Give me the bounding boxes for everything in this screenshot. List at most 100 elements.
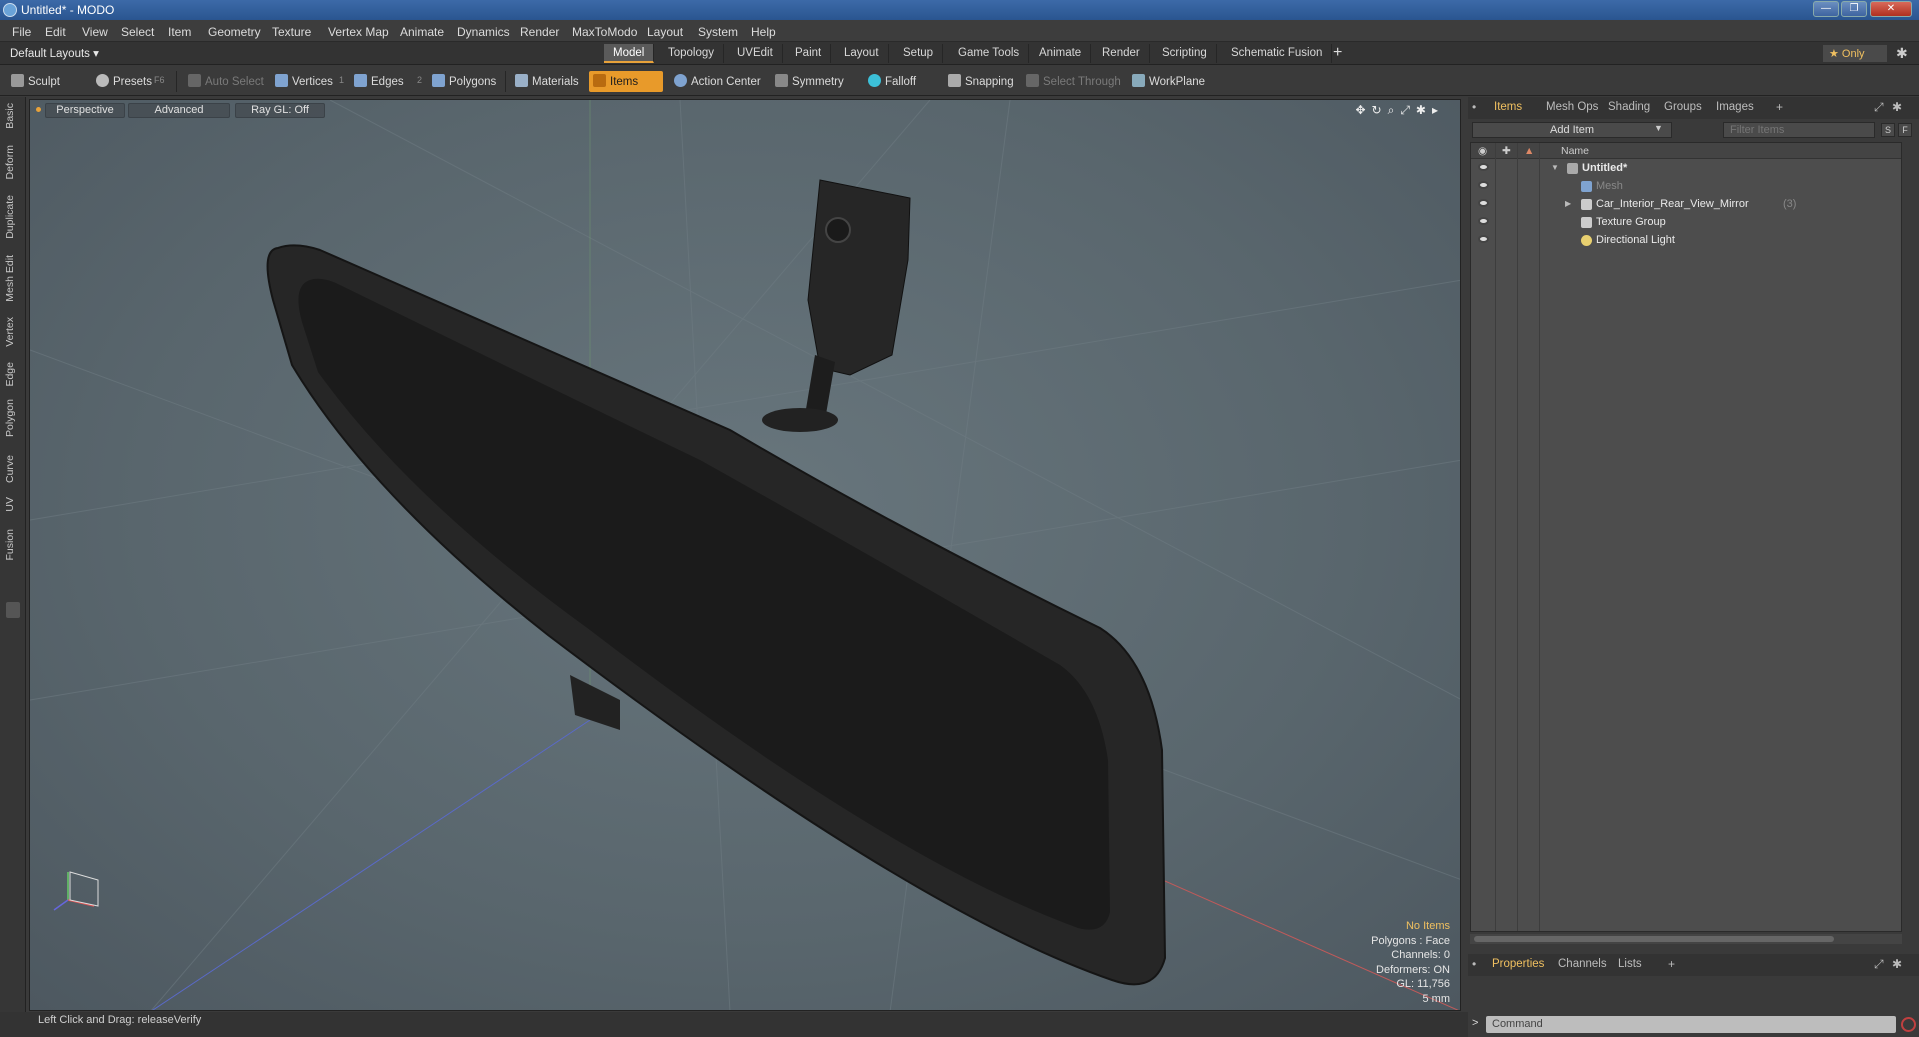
menu-view[interactable]: View: [82, 25, 108, 39]
left-tab-uv[interactable]: UV: [4, 497, 22, 512]
menu-file[interactable]: File: [12, 25, 31, 39]
tab-topology[interactable]: Topology: [659, 44, 725, 63]
collapse-arrow-icon[interactable]: ▼: [1551, 163, 1559, 172]
raygl-dropdown[interactable]: Ray GL: Off: [235, 103, 325, 118]
tab-game-tools[interactable]: Game Tools: [949, 44, 1030, 63]
menu-animate[interactable]: Animate: [400, 25, 444, 39]
viewport-navigation-icons[interactable]: ✥↻⌕⤢✱▸: [1355, 103, 1444, 118]
tree-row-mirror-group[interactable]: ▶ Car_Interior_Rear_View_Mirror (3): [1471, 196, 1901, 214]
tab-channels[interactable]: Channels: [1552, 958, 1613, 970]
tree-horizontal-scrollbar[interactable]: [1470, 934, 1902, 944]
panel-gear-icon[interactable]: ✱: [1892, 957, 1902, 971]
eye-icon[interactable]: [1478, 199, 1489, 207]
tab-properties[interactable]: Properties: [1486, 958, 1550, 970]
edges-button[interactable]: Edges: [350, 71, 408, 92]
scrollbar-thumb[interactable]: [1474, 936, 1834, 942]
add-panel-tab-button[interactable]: +: [1668, 957, 1675, 971]
tab-mesh-ops[interactable]: Mesh Ops: [1540, 101, 1604, 113]
tab-groups[interactable]: Groups: [1658, 101, 1708, 113]
tab-images[interactable]: Images: [1710, 101, 1760, 113]
command-input[interactable]: Command: [1486, 1016, 1896, 1033]
menu-render[interactable]: Render: [520, 25, 559, 39]
viewport-menu-dot-icon[interactable]: [36, 107, 41, 112]
menu-edit[interactable]: Edit: [45, 25, 66, 39]
panel-menu-dot-icon[interactable]: •: [1472, 100, 1476, 114]
materials-button[interactable]: Materials: [511, 71, 583, 92]
menu-item[interactable]: Item: [168, 25, 191, 39]
left-tab-edge[interactable]: Edge: [4, 362, 22, 387]
expand-icon[interactable]: ⤢: [1874, 100, 1884, 115]
stop-icon[interactable]: [1901, 1017, 1916, 1032]
eye-icon[interactable]: [1478, 217, 1489, 225]
symmetry-button[interactable]: Symmetry: [771, 71, 848, 92]
menu-vertex-map[interactable]: Vertex Map: [328, 25, 389, 39]
expand-icon[interactable]: ⤢: [1874, 957, 1884, 972]
filter-items-input[interactable]: [1723, 122, 1875, 138]
tab-model[interactable]: Model: [604, 44, 655, 63]
eye-icon[interactable]: [1478, 163, 1489, 171]
add-item-dropdown-icon[interactable]: ▼: [1654, 123, 1663, 133]
action-center-button[interactable]: Action Center: [670, 71, 765, 92]
close-button[interactable]: ✕: [1870, 1, 1912, 17]
shading-dropdown[interactable]: Advanced: [128, 103, 230, 118]
snapping-button[interactable]: Snapping: [944, 71, 1018, 92]
polygons-button[interactable]: Polygons: [428, 71, 500, 92]
workplane-button[interactable]: WorkPlane: [1128, 71, 1209, 92]
items-button[interactable]: Items: [589, 71, 663, 92]
tab-schematic-fusion[interactable]: Schematic Fusion: [1222, 44, 1333, 63]
eye-icon[interactable]: [1478, 181, 1489, 189]
menu-texture[interactable]: Texture: [272, 25, 311, 39]
sculpt-button[interactable]: Sculpt: [7, 71, 64, 92]
expand-arrow-icon[interactable]: ▶: [1565, 199, 1571, 208]
view-type-dropdown[interactable]: Perspective: [45, 103, 125, 118]
tree-row-directional-light[interactable]: Directional Light: [1471, 232, 1901, 250]
tab-paint[interactable]: Paint: [786, 44, 832, 63]
left-tab-mesh-edit[interactable]: Mesh Edit: [4, 255, 22, 302]
left-tab-curve[interactable]: Curve: [4, 455, 22, 483]
tree-row-scene[interactable]: ▼ Untitled*: [1471, 160, 1901, 178]
left-tab-basic[interactable]: Basic: [4, 103, 22, 129]
menu-layout[interactable]: Layout: [647, 25, 683, 39]
left-tab-polygon[interactable]: Polygon: [4, 399, 22, 437]
panel-gear-icon[interactable]: ✱: [1892, 100, 1902, 114]
tree-row-texture-group[interactable]: Texture Group: [1471, 214, 1901, 232]
left-tab-fusion[interactable]: Fusion: [4, 529, 22, 561]
eye-icon[interactable]: [1478, 235, 1489, 243]
add-tab-button[interactable]: +: [1333, 44, 1342, 62]
tab-layout[interactable]: Layout: [835, 44, 889, 63]
menu-maxtomodo[interactable]: MaxToModo: [572, 25, 637, 39]
3d-viewport[interactable]: Perspective Advanced Ray GL: Off ✥↻⌕⤢✱▸ …: [29, 99, 1461, 1011]
vertices-button[interactable]: Vertices: [271, 71, 337, 92]
maximize-button[interactable]: ❐: [1841, 1, 1867, 17]
layout-selector[interactable]: Default Layouts ▾: [10, 46, 99, 60]
presets-button[interactable]: Presets: [92, 71, 156, 92]
tree-row-mesh[interactable]: Mesh: [1471, 178, 1901, 196]
menu-system[interactable]: System: [698, 25, 738, 39]
select-through-button[interactable]: Select Through: [1022, 71, 1125, 92]
tab-items[interactable]: Items: [1488, 101, 1528, 113]
falloff-button[interactable]: Falloff: [864, 71, 920, 92]
tab-setup[interactable]: Setup: [894, 44, 944, 63]
add-panel-tab-button[interactable]: +: [1776, 100, 1783, 114]
tab-animate[interactable]: Animate: [1030, 44, 1092, 63]
gear-icon[interactable]: ✱: [1896, 45, 1908, 62]
filter-f-button[interactable]: F: [1898, 123, 1912, 137]
only-toggle[interactable]: ★ Only: [1823, 45, 1887, 62]
tree-vertical-scrollbar[interactable]: [1904, 142, 1916, 942]
add-item-button[interactable]: Add Item: [1472, 122, 1672, 138]
tab-lists[interactable]: Lists: [1612, 958, 1648, 970]
menu-help[interactable]: Help: [751, 25, 776, 39]
menu-select[interactable]: Select: [121, 25, 154, 39]
left-tab-deform[interactable]: Deform: [4, 145, 22, 179]
menu-dynamics[interactable]: Dynamics: [457, 25, 510, 39]
tab-uvedit[interactable]: UVEdit: [728, 44, 783, 63]
left-tab-toggle[interactable]: [6, 602, 20, 618]
tab-shading[interactable]: Shading: [1602, 101, 1656, 113]
menu-geometry[interactable]: Geometry: [208, 25, 261, 39]
tab-scripting[interactable]: Scripting: [1153, 44, 1217, 63]
minimize-button[interactable]: —: [1813, 1, 1839, 17]
panel-menu-dot-icon[interactable]: •: [1472, 957, 1476, 971]
tab-render[interactable]: Render: [1093, 44, 1150, 63]
filter-s-button[interactable]: S: [1881, 123, 1895, 137]
left-tab-vertex[interactable]: Vertex: [4, 317, 22, 347]
